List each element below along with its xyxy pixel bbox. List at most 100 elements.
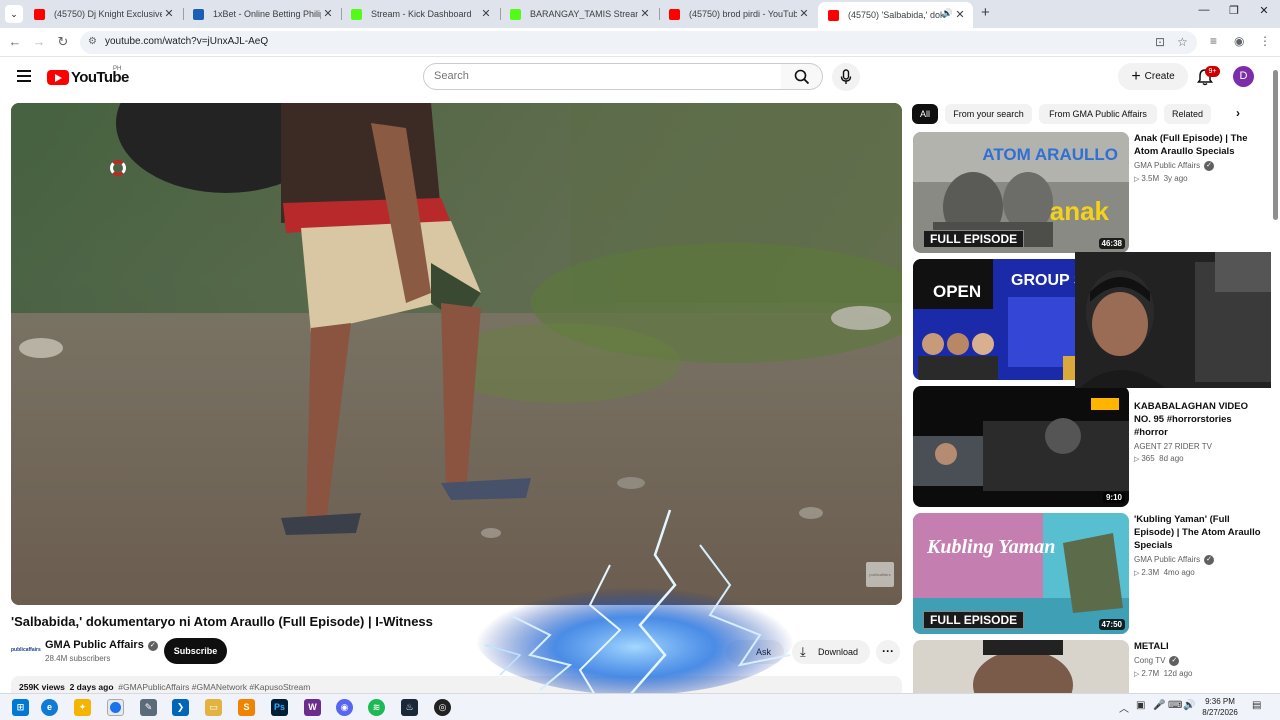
browser-tab-1[interactable]: (45750) Dj Knight Exclusive | lo ✕ [24,3,182,25]
youtube-logo[interactable]: YouTube PH [47,66,129,86]
bookmark-star-icon[interactable]: ☆ [1177,35,1188,49]
chip-from-your-search[interactable]: From your search [945,104,1032,124]
app-icon[interactable]: ✎ [140,699,157,716]
recommendation-title[interactable]: KABABALAGHAN VIDEO NO. 95 #horrorstories… [1134,400,1264,439]
more-actions-icon[interactable]: ··· [876,640,900,664]
copilot-icon[interactable]: ✦ [74,699,91,716]
close-tab-icon[interactable]: ✕ [321,7,335,21]
recommendation-channel[interactable]: AGENT 27 RIDER TV [1134,442,1264,451]
close-tab-icon[interactable]: ✕ [479,7,493,21]
browser-tab-5[interactable]: (45750) brod pirdi - YouTube ✕ [659,3,817,25]
browser-tab-6-active[interactable]: (45750) 'Salbabida,' dokum 🔊 ✕ [818,2,973,28]
streamer-webcam-image [1075,252,1280,388]
video-player[interactable] [11,103,902,605]
create-button[interactable]: + Create [1118,63,1188,90]
system-clock[interactable]: 9:36 PM 8/27/2026 [1200,696,1240,718]
scrollbar-thumb[interactable] [1273,70,1278,220]
browser-toolbar: ← → ↻ ⚙ youtube.com/watch?v=jUnxAJL-AeQ … [0,28,1280,57]
install-app-icon[interactable]: ⊡ [1155,35,1165,49]
browser-tab-3[interactable]: Stream - Kick Dashboard ✕ [341,3,499,25]
download-button[interactable]: ⤓ Download [792,640,870,664]
upload-age: 4mo ago [1163,568,1195,577]
ask-button[interactable]: Ask [726,640,784,664]
address-bar[interactable]: ⚙ youtube.com/watch?v=jUnxAJL-AeQ ⊡ ☆ [80,31,1197,54]
sublime-icon[interactable]: S [238,699,255,716]
notifications-center-icon[interactable]: ▤ [1252,700,1261,711]
close-tab-icon[interactable]: ✕ [638,7,652,21]
recommendation-channel[interactable]: GMA Public Affairs ✓ [1134,555,1264,565]
reload-icon[interactable]: ↻ [54,34,72,50]
recommendation-title[interactable]: 'Kubling Yaman' (Full Episode) | The Ato… [1134,513,1264,552]
close-tab-icon[interactable]: ✕ [953,8,967,22]
microphone-tray-icon[interactable]: 🎤 [1153,700,1165,711]
subscribe-button[interactable]: Subscribe [164,638,227,664]
file-explorer-icon[interactable]: ▭ [205,699,222,716]
channel-text[interactable]: Cong TV [1134,656,1165,665]
tray-app-icon[interactable]: ▣ [1136,700,1145,711]
video-thumbnail[interactable] [913,640,1129,693]
close-tab-icon[interactable]: ✕ [162,7,176,21]
vscode-icon[interactable]: ❯ [172,699,189,716]
search-icon [794,69,810,85]
video-thumbnail[interactable]: Kubling Yaman FULL EPISODE 47:50 [913,513,1129,634]
spotify-icon[interactable]: ≋ [368,699,385,716]
search-input[interactable] [434,70,754,82]
steam-icon[interactable]: ♨ [401,699,418,716]
video-thumbnail[interactable]: ATOM ARAULLO anak FULL EPISODE 46:38 [913,132,1129,253]
channel-watermark[interactable]: publicaffairs [866,562,894,587]
page-scrollbar[interactable] [1271,62,1280,692]
hashtags[interactable]: #GMAPublicAffairs #GMANetwork #KapusoStr… [118,682,310,692]
site-info-icon[interactable]: ⚙ [88,36,97,47]
restore-icon[interactable]: ❐ [1225,4,1243,17]
app-w-icon[interactable]: W [304,699,321,716]
channel-avatar[interactable]: publicaffairs [11,640,41,660]
browser-menu-icon[interactable]: ⋮ [1259,34,1271,48]
channel-text[interactable]: GMA Public Affairs [1134,161,1200,170]
url-text[interactable]: youtube.com/watch?v=jUnxAJL-AeQ [105,36,268,47]
volume-icon[interactable]: 🔊 [1183,700,1195,711]
chevron-right-icon[interactable]: › [1236,106,1240,120]
recommendation-channel[interactable]: GMA Public Affairs ✓ [1134,161,1264,171]
recommendation-title[interactable]: METALI [1134,640,1264,653]
forward-icon[interactable]: → [30,34,48,50]
edge-icon[interactable]: e [41,699,58,716]
chip-from-channel[interactable]: From GMA Public Affairs [1039,104,1157,124]
chrome-icon[interactable] [107,699,124,716]
voice-search-button[interactable] [832,63,860,91]
chip-all[interactable]: All [912,104,938,124]
recommendation-item[interactable]: ATOM ARAULLO anak FULL EPISODE 46:38 Ana… [913,132,1270,253]
menu-icon[interactable] [17,70,31,82]
recommendation-item[interactable]: METALI Cong TV ✓ 2.7M 12d ago [913,640,1270,693]
channel-text[interactable]: GMA Public Affairs [1134,555,1200,564]
close-window-icon[interactable]: ✕ [1255,4,1273,17]
close-tab-icon[interactable]: ✕ [797,7,811,21]
discord-icon[interactable]: ◉ [336,699,353,716]
windows-start-icon[interactable]: ⊞ [12,699,29,716]
audio-playing-icon[interactable]: 🔊 [942,8,953,19]
recommendation-item[interactable]: Kubling Yaman FULL EPISODE 47:50 'Kublin… [913,513,1270,634]
search-button[interactable] [781,63,823,90]
browser-tab-2[interactable]: 1xBet - Online Betting Philippin ✕ [183,3,341,25]
media-control-icon[interactable]: ≡ [1210,34,1217,48]
browser-tab-4[interactable]: BARANGAY_TAMIS Stream - Wa ✕ [500,3,658,25]
new-tab-icon[interactable]: + [981,5,990,21]
minimize-icon[interactable]: — [1195,4,1213,16]
account-avatar[interactable]: D [1233,66,1254,87]
recommendation-item[interactable]: 9:10 KABABALAGHAN VIDEO NO. 95 #horrorst… [913,386,1270,507]
channel-name-text[interactable]: GMA Public Affairs [45,639,144,651]
chip-related[interactable]: Related [1164,104,1211,124]
tab-search-icon[interactable]: ⌄ [5,5,23,23]
obs-icon[interactable]: ◎ [434,699,451,716]
download-label: Download [818,647,859,657]
profile-icon[interactable]: ◉ [1234,34,1244,48]
video-thumbnail[interactable]: 9:10 [913,386,1129,507]
recommendation-channel[interactable]: Cong TV ✓ [1134,656,1264,666]
back-icon[interactable]: ← [6,34,24,50]
view-count: 2.3M [1134,568,1159,577]
network-icon[interactable]: ⌨ [1168,700,1182,711]
channel-name[interactable]: GMA Public Affairs ✓ [45,639,158,651]
search-box[interactable] [423,63,782,90]
photoshop-icon[interactable]: Ps [271,699,288,716]
recommendation-title[interactable]: Anak (Full Episode) | The Atom Araullo S… [1134,132,1264,158]
show-hidden-icons-icon[interactable]: ︿ [1119,700,1129,715]
